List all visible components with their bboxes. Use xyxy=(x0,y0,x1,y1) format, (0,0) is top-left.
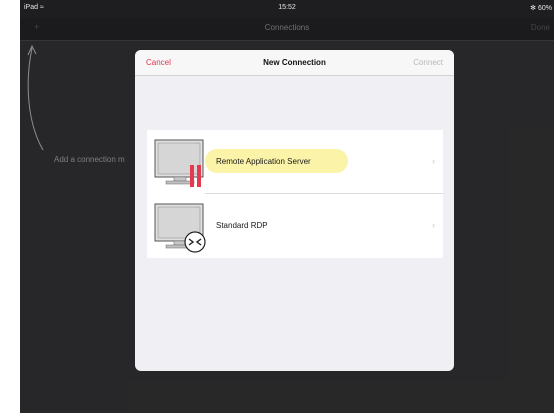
connect-button[interactable]: Connect xyxy=(413,58,443,67)
dialog-header: Cancel New Connection Connect xyxy=(135,50,454,76)
bluetooth-icon: ✻ xyxy=(530,5,537,12)
option-standard-rdp[interactable]: Standard RDP › xyxy=(147,194,443,258)
option-label: Standard RDP xyxy=(216,221,268,230)
option-remote-application-server[interactable]: Remote Application Server › xyxy=(147,130,443,194)
status-time: 15:52 xyxy=(278,4,296,11)
status-battery: ✻ 60% xyxy=(530,4,552,12)
new-connection-dialog: Cancel New Connection Connect Remote App… xyxy=(135,50,454,371)
chevron-right-icon: › xyxy=(432,156,435,166)
connection-type-list: Remote Application Server › Standard RDP… xyxy=(147,130,443,258)
ipad-screen: iPad ≈ 15:52 ✻ 60% + Connections Done Ad… xyxy=(20,0,554,413)
chevron-right-icon: › xyxy=(432,220,435,230)
option-label: Remote Application Server xyxy=(216,157,311,166)
remote-app-server-icon xyxy=(154,139,204,187)
standard-rdp-icon xyxy=(154,203,206,253)
dialog-title: New Connection xyxy=(263,58,326,67)
battery-percent: 60% xyxy=(537,5,552,12)
status-bar: iPad ≈ 15:52 ✻ 60% xyxy=(20,0,554,18)
